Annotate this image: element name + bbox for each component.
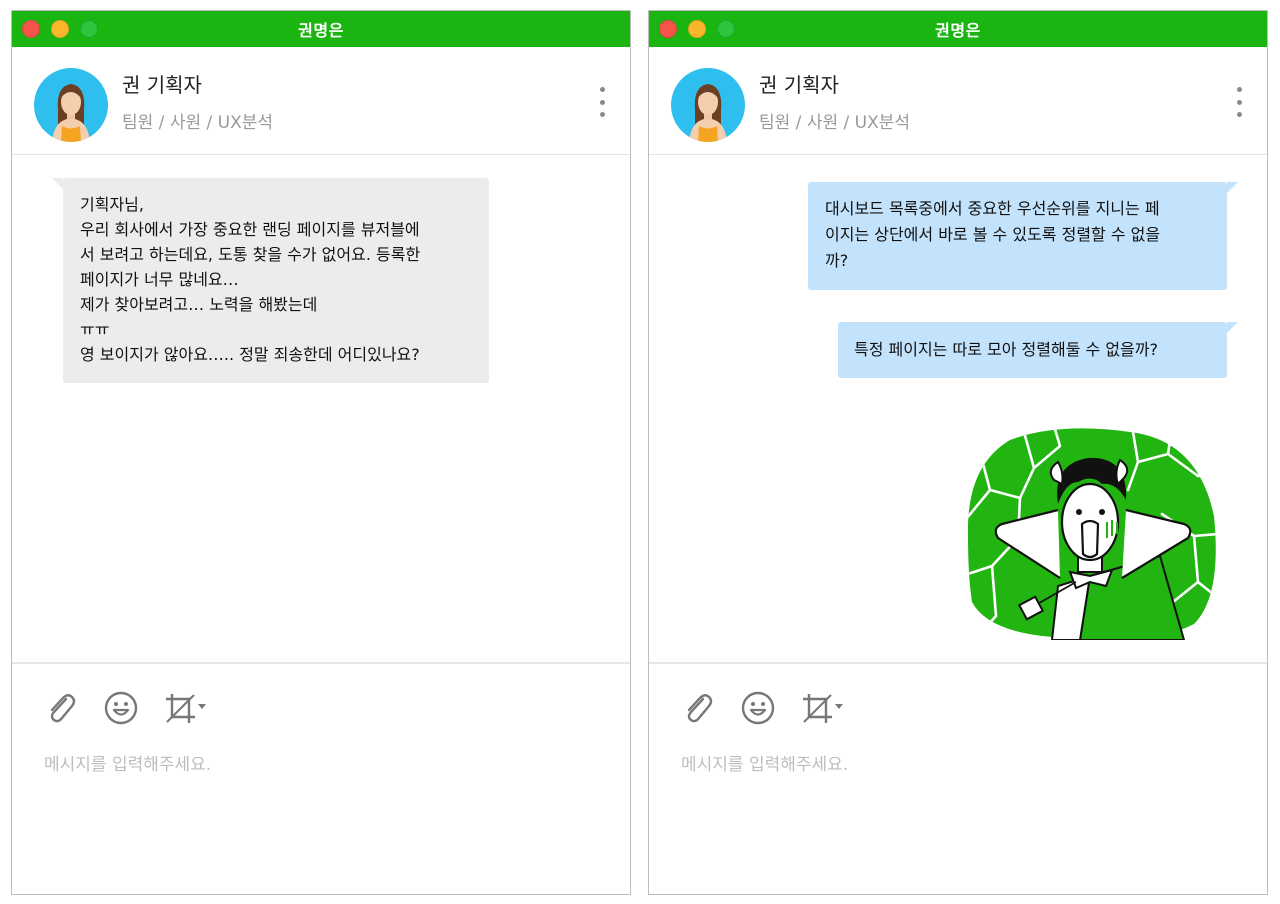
message-text: 특정 페이지는 따로 모아 정렬해둘 수 없을까?: [854, 340, 1158, 359]
close-window-button[interactable]: [659, 20, 677, 38]
chat-window-left: 권명은 권 기획자 팀원 / 사원 / UX분석 기획자님, 우리 회사에서 가…: [11, 10, 631, 895]
contact-subtitle: 팀원 / 사원 / UX분석: [122, 113, 273, 133]
chat-window-right: 권명은 권 기획자 팀원 / 사원 / UX분석 대시보드 목록중에서 중요한 …: [648, 10, 1268, 895]
message-text: 기획자님, 우리 회사에서 가장 중요한 랜딩 페이지를 뷰저블에 서 보려고 …: [80, 195, 421, 364]
contact-name: 권 기획자: [122, 73, 202, 97]
window-title: 권명은: [298, 21, 344, 40]
message-input[interactable]: 메시지를 입력해주세요.: [681, 750, 848, 775]
avatar[interactable]: [671, 68, 745, 142]
minimize-window-button[interactable]: [51, 20, 69, 38]
outgoing-message-bubble: 특정 페이지는 따로 모아 정렬해둘 수 없을까?: [838, 322, 1238, 378]
incoming-message-bubble: 기획자님, 우리 회사에서 가장 중요한 랜딩 페이지를 뷰저블에 서 보려고 …: [52, 178, 489, 383]
window-controls: [22, 20, 98, 38]
kebab-menu-icon[interactable]: [598, 87, 606, 117]
crop-icon[interactable]: [162, 688, 210, 728]
person-avatar-icon: [52, 84, 90, 142]
paperclip-icon[interactable]: [679, 688, 717, 728]
message-text: 대시보드 목록중에서 중요한 우선순위를 지니는 페 이지는 상단에서 바로 볼…: [825, 199, 1161, 270]
minimize-window-button[interactable]: [688, 20, 706, 38]
message-composer: 메시지를 입력해주세요.: [12, 662, 630, 894]
smiley-icon[interactable]: [739, 688, 777, 728]
window-titlebar[interactable]: 권명은: [12, 11, 630, 47]
crop-icon[interactable]: [799, 688, 847, 728]
window-title: 권명은: [935, 21, 981, 40]
window-titlebar[interactable]: 권명은: [649, 11, 1267, 47]
profile-header: 권 기획자 팀원 / 사원 / UX분석: [12, 47, 630, 155]
chevron-down-icon: [198, 704, 206, 709]
maximize-window-button[interactable]: [80, 20, 98, 38]
maximize-window-button[interactable]: [717, 20, 735, 38]
contact-name: 권 기획자: [759, 73, 839, 97]
kebab-menu-icon[interactable]: [1235, 87, 1243, 117]
message-composer: 메시지를 입력해주세요.: [649, 662, 1267, 894]
person-avatar-icon: [689, 84, 727, 142]
chevron-down-icon: [835, 704, 843, 709]
avatar[interactable]: [34, 68, 108, 142]
message-input[interactable]: 메시지를 입력해주세요.: [44, 750, 211, 775]
close-window-button[interactable]: [22, 20, 40, 38]
paperclip-icon[interactable]: [42, 688, 80, 728]
message-list[interactable]: 대시보드 목록중에서 중요한 우선순위를 지니는 페 이지는 상단에서 바로 볼…: [649, 156, 1267, 661]
contact-subtitle: 팀원 / 사원 / UX분석: [759, 113, 910, 133]
window-controls: [659, 20, 735, 38]
smiley-icon[interactable]: [102, 688, 140, 728]
outgoing-message-bubble: 대시보드 목록중에서 중요한 우선순위를 지니는 페 이지는 상단에서 바로 볼…: [808, 182, 1238, 290]
profile-header: 권 기획자 팀원 / 사원 / UX분석: [649, 47, 1267, 155]
shocked-man-sticker[interactable]: [962, 426, 1218, 641]
message-list[interactable]: 기획자님, 우리 회사에서 가장 중요한 랜딩 페이지를 뷰저블에 서 보려고 …: [12, 156, 630, 661]
